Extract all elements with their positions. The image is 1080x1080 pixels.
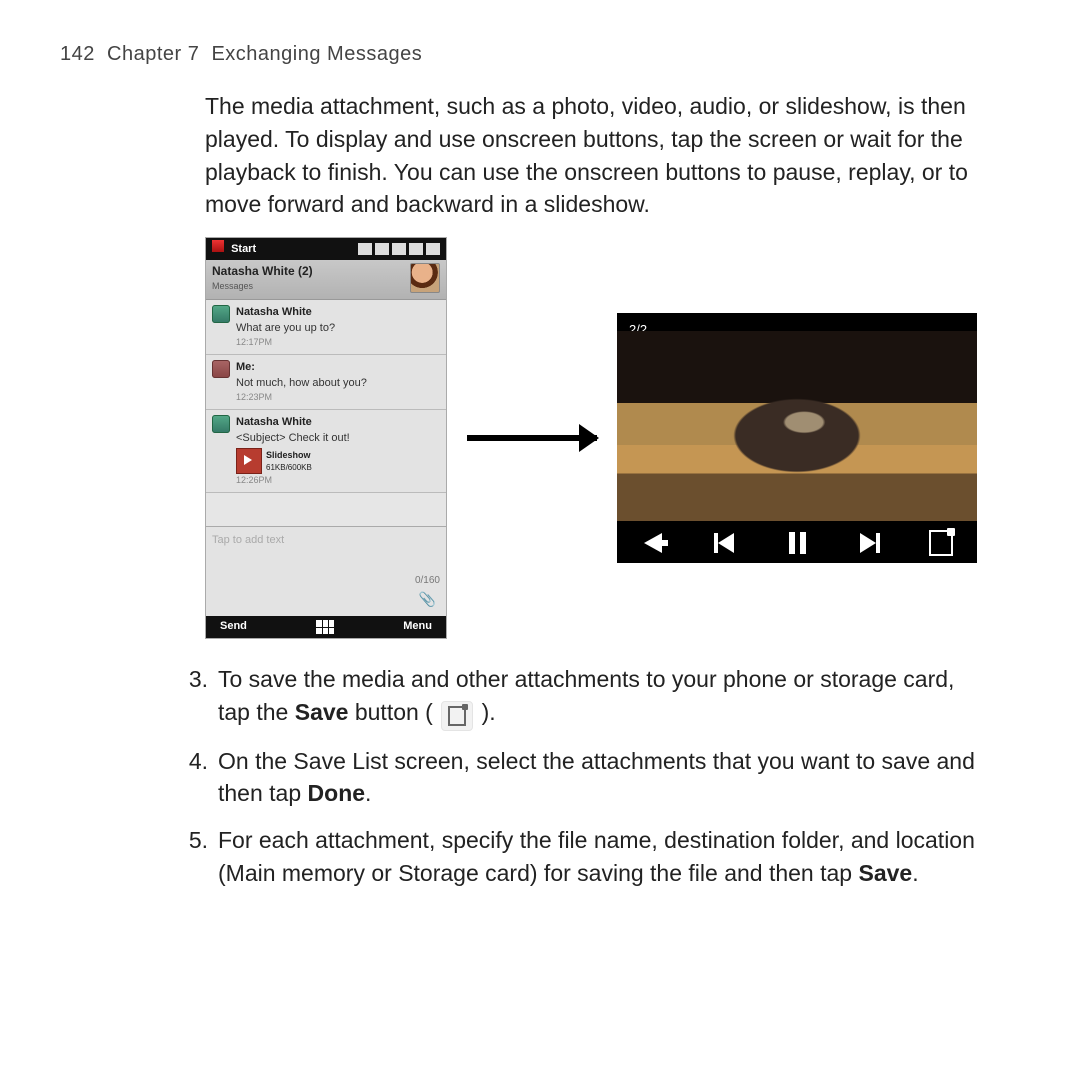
chapter-label: Chapter 7 bbox=[107, 43, 199, 65]
status-icons bbox=[358, 243, 440, 255]
message-item: Natasha White What are you up to? 12:17P… bbox=[206, 300, 446, 355]
attachment-label: Slideshow bbox=[266, 449, 312, 462]
message-body: Not much, how about you? bbox=[236, 376, 367, 392]
menu-label: Menu bbox=[403, 619, 432, 635]
thread-name: Natasha White (2) bbox=[212, 263, 313, 280]
step-number: 5. bbox=[180, 824, 218, 889]
media-player: 2/2 bbox=[617, 313, 977, 563]
step-5-text: For each attachment, specify the file na… bbox=[218, 824, 980, 889]
phone-screenshot: Start Natasha White (2) Messages Natasha… bbox=[205, 237, 447, 639]
contact-icon bbox=[212, 305, 230, 323]
send-label: Send bbox=[220, 619, 247, 635]
step-4-text: On the Save List screen, select the atta… bbox=[218, 745, 980, 810]
page-number: 142 bbox=[60, 43, 95, 65]
start-label: Start bbox=[231, 243, 256, 255]
self-icon bbox=[212, 360, 230, 378]
compose-placeholder: Tap to add text bbox=[212, 533, 440, 549]
message-time: 12:26PM bbox=[236, 474, 440, 487]
step-number: 3. bbox=[180, 663, 218, 731]
slideshow-photo bbox=[617, 331, 977, 521]
back-button[interactable] bbox=[641, 531, 665, 555]
message-list: Natasha White What are you up to? 12:17P… bbox=[206, 300, 446, 493]
message-sender: Me: bbox=[236, 360, 367, 376]
mms-item: Natasha White <Subject> Check it out! Sl… bbox=[206, 410, 446, 493]
save-icon bbox=[441, 701, 473, 731]
start-icon bbox=[212, 240, 224, 252]
previous-button[interactable] bbox=[713, 531, 737, 555]
next-button[interactable] bbox=[857, 531, 881, 555]
page-header: 142 Chapter 7 Exchanging Messages bbox=[60, 40, 1020, 68]
message-body: What are you up to? bbox=[236, 321, 335, 337]
message-time: 12:17PM bbox=[236, 336, 335, 349]
step-number: 4. bbox=[180, 745, 218, 810]
message-time: 12:23PM bbox=[236, 391, 367, 404]
avatar bbox=[410, 263, 440, 293]
compose-area: Tap to add text 0/160 📎 bbox=[206, 526, 446, 616]
keyboard-icon bbox=[316, 620, 334, 634]
contact-icon bbox=[212, 415, 230, 433]
arrow-icon bbox=[467, 432, 597, 444]
save-button[interactable] bbox=[929, 531, 953, 555]
thread-sublabel: Messages bbox=[212, 280, 313, 293]
mms-subject: <Subject> Check it out! bbox=[236, 431, 440, 447]
chapter-title: Exchanging Messages bbox=[211, 43, 422, 65]
attachment-size: 61KB/600KB bbox=[266, 462, 312, 473]
char-counter: 0/160 bbox=[415, 574, 440, 588]
slideshow-thumbnail bbox=[236, 448, 262, 474]
message-sender: Natasha White bbox=[236, 415, 440, 431]
pause-button[interactable] bbox=[785, 531, 809, 555]
attach-icon: 📎 bbox=[419, 590, 436, 610]
message-sender: Natasha White bbox=[236, 305, 335, 321]
phone-bottom-bar: Send Menu bbox=[206, 616, 446, 638]
intro-paragraph: The media attachment, such as a photo, v… bbox=[205, 90, 990, 221]
step-3-text: To save the media and other attachments … bbox=[218, 663, 980, 731]
message-item: Me: Not much, how about you? 12:23PM bbox=[206, 355, 446, 410]
phone-statusbar: Start bbox=[206, 238, 446, 260]
thread-header: Natasha White (2) Messages bbox=[206, 260, 446, 300]
player-controls bbox=[617, 523, 977, 563]
